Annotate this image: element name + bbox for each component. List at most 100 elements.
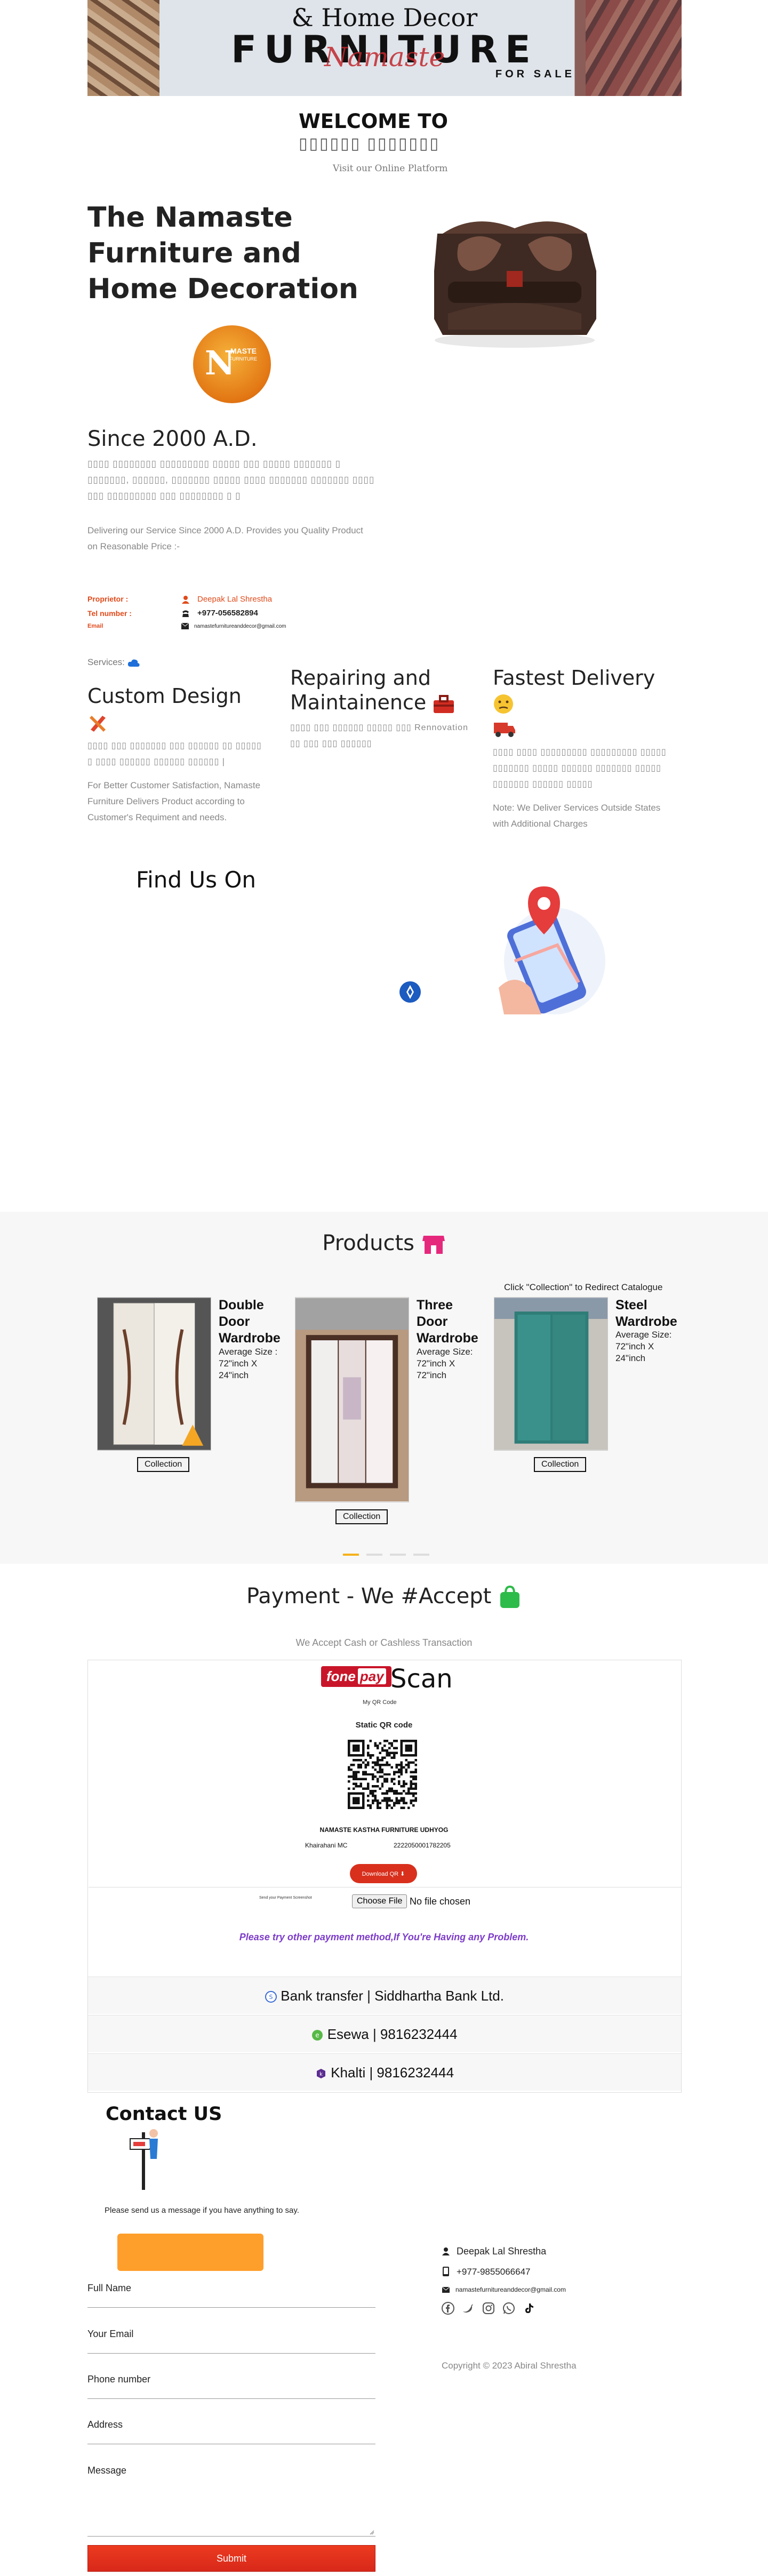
khalti-row[interactable]: k Khalti | 9816232444	[88, 2053, 681, 2091]
payment-subtitle: We Accept Cash or Cashless Transaction	[295, 1637, 473, 1648]
phone-input[interactable]	[87, 2398, 375, 2399]
logo-word2: FURNITURE	[229, 356, 257, 362]
visit-text: Visit our Online Platform	[333, 163, 448, 174]
carousel-indicators[interactable]	[343, 1549, 437, 1558]
logo-word: MASTE	[230, 347, 257, 355]
qr-code-image	[348, 1740, 417, 1809]
facebook-icon[interactable]	[442, 2302, 454, 2315]
services-label: Services:	[87, 657, 140, 668]
person-icon	[182, 596, 189, 604]
map-illustration	[499, 886, 605, 1014]
collection-button[interactable]: Collection	[137, 1457, 190, 1472]
phone-icon	[182, 610, 189, 617]
bank-icon: S	[265, 1991, 277, 2003]
collection-button[interactable]: Collection	[534, 1457, 587, 1472]
welcome-title: WELCOME TO	[299, 110, 448, 133]
bank-transfer-row[interactable]: S Bank transfer | Siddhartha Bank Ltd.	[88, 1977, 681, 2014]
footer-phone: +977-9855066647	[457, 2267, 531, 2277]
phone-label: Phone number	[87, 2374, 151, 2385]
download-qr-label: Download QR	[362, 1870, 399, 1877]
contact-banner-button[interactable]	[117, 2234, 263, 2271]
contact-heading: Contact US	[106, 2103, 222, 2125]
email-label: Email	[87, 623, 103, 629]
proprietor-name: Deepak Lal Shrestha	[197, 595, 273, 604]
face-emoji-icon	[494, 694, 513, 714]
download-qr-button[interactable]: Download QR ⬇	[350, 1864, 417, 1883]
mobile-icon	[443, 2267, 449, 2276]
mail-icon	[442, 2287, 450, 2293]
brand-logo: N MASTE FURNITURE	[193, 325, 271, 403]
message-textarea[interactable]	[87, 2536, 375, 2537]
about-english-text: Delivering our Service Since 2000 A.D. P…	[87, 525, 363, 551]
service-title-text: Fastest Delivery	[493, 666, 655, 690]
khalti-text: Khalti | 9816232444	[331, 2065, 454, 2081]
copyright-text: Copyright © 2023 Abiral Shrestha	[442, 2361, 577, 2371]
esewa-row[interactable]: e Esewa | 9816232444	[88, 2015, 681, 2052]
find-us-heading: Find Us On	[136, 867, 257, 893]
service-nepali-text: ▯▯▯▯ ▯▯▯ ▯▯▯▯▯▯ ▯▯▯▯▯ ▯▯▯ Rennovation ▯▯…	[290, 723, 468, 748]
service-nepali-text: ▯▯▯▯ ▯▯▯ ▯▯▯▯▯▯▯ ▯▯▯ ▯▯▯▯▯▯ ▯▯ ▯▯▯▯▯ ▯ ▯…	[87, 741, 262, 766]
merchant-code: 2222050001782205	[394, 1842, 451, 1849]
submit-button[interactable]: Submit	[87, 2545, 375, 2572]
upload-label: Send your Payment Screenshot	[259, 1896, 312, 1900]
proprietor-tel: +977-056582894	[197, 609, 258, 618]
product-name: Steel Wardrobe	[615, 1298, 677, 1329]
svg-text:S: S	[269, 1994, 273, 2001]
banner-line3: Namaste	[324, 42, 445, 73]
service-card-repairing: Repairing and Maintainence ▯▯▯▯ ▯▯▯ ▯▯▯▯…	[290, 666, 471, 752]
choose-file-button[interactable]: Choose File	[352, 1894, 407, 1908]
social-links	[442, 2302, 535, 2315]
service-title: Repairing and Maintainence	[290, 666, 471, 715]
carousel-dot[interactable]	[390, 1554, 406, 1556]
navigation-icon[interactable]	[399, 981, 421, 1003]
footer-name: Deepak Lal Shrestha	[457, 2246, 547, 2257]
three-door-wardrobe-image	[295, 1297, 409, 1502]
banner-line4: FOR SALE	[495, 68, 575, 80]
fonepay-fone: fone	[326, 1668, 356, 1684]
product-name: Double Door Wardrobe	[219, 1298, 281, 1346]
tiktok-icon[interactable]	[523, 2302, 535, 2315]
service-title: Fastest Delivery	[493, 666, 674, 739]
address-label: Address	[87, 2419, 123, 2430]
twitter-icon[interactable]	[462, 2302, 475, 2315]
footer-email: namastefurnitureanddecor@gmail.com	[455, 2286, 566, 2293]
person-icon	[442, 2247, 450, 2255]
esewa-text: Esewa | 9816232444	[327, 2026, 458, 2042]
no-file-text: No file chosen	[410, 1896, 471, 1907]
double-door-wardrobe-image	[97, 1297, 211, 1451]
services-label-text: Services:	[87, 657, 125, 667]
esewa-icon: e	[312, 2030, 323, 2041]
resize-handle-icon[interactable]	[369, 2530, 374, 2535]
store-icon	[422, 1236, 445, 1254]
my-qr-label: My QR Code	[363, 1699, 397, 1706]
carousel-dot[interactable]	[413, 1554, 429, 1556]
fonepay-pay: pay	[357, 1668, 386, 1684]
about-nepali-text: ▯▯▯▯ ▯▯▯▯▯▯▯▯ ▯▯▯▯▯▯▯▯▯ ▯▯▯▯▯ ▯▯▯ ▯▯▯▯▯ …	[87, 459, 375, 501]
signpost-illustration	[130, 2129, 158, 2190]
merchant-location: Khairahani MC	[305, 1842, 348, 1849]
instagram-icon[interactable]	[482, 2302, 495, 2315]
carousel-dot[interactable]	[366, 1554, 382, 1556]
merchant-name: NAMASTE KASTHA FURNITURE UDHYOG	[319, 1826, 449, 1834]
product-name: Three Door Wardrobe	[417, 1298, 478, 1346]
svg-text:e: e	[316, 2031, 319, 2039]
contact-message: Please send us a message if you have any…	[105, 2206, 299, 2215]
proprietor-label: Proprietor :	[87, 595, 129, 603]
whatsapp-icon[interactable]	[502, 2302, 515, 2315]
full-name-input[interactable]	[87, 2307, 375, 2308]
payment-heading: Payment - We #Accept	[0, 1584, 768, 1609]
carved-chest-image	[434, 221, 596, 348]
email-field[interactable]	[87, 2353, 375, 2354]
payment-heading-text: Payment - We #Accept	[246, 1584, 492, 1609]
service-card-custom-design: Custom Design ▯▯▯▯ ▯▯▯ ▯▯▯▯▯▯▯ ▯▯▯ ▯▯▯▯▯…	[87, 684, 269, 826]
service-title-text: Custom Design	[87, 684, 242, 708]
toolbox-icon	[434, 694, 454, 713]
tools-icon	[90, 715, 106, 732]
full-name-label: Full Name	[87, 2283, 132, 2293]
service-english-text: For Better Customer Satisfaction, Namast…	[87, 780, 261, 822]
khalti-icon: k	[316, 2069, 325, 2079]
carousel-dot-active[interactable]	[343, 1554, 359, 1556]
collection-button[interactable]: Collection	[335, 1509, 388, 1524]
service-card-delivery: Fastest Delivery ▯▯▯▯ ▯▯▯▯ ▯▯▯▯▯▯▯▯▯ ▯▯▯…	[493, 666, 674, 832]
product-size: Average Size : 72"inch X 24"inch	[219, 1347, 278, 1380]
